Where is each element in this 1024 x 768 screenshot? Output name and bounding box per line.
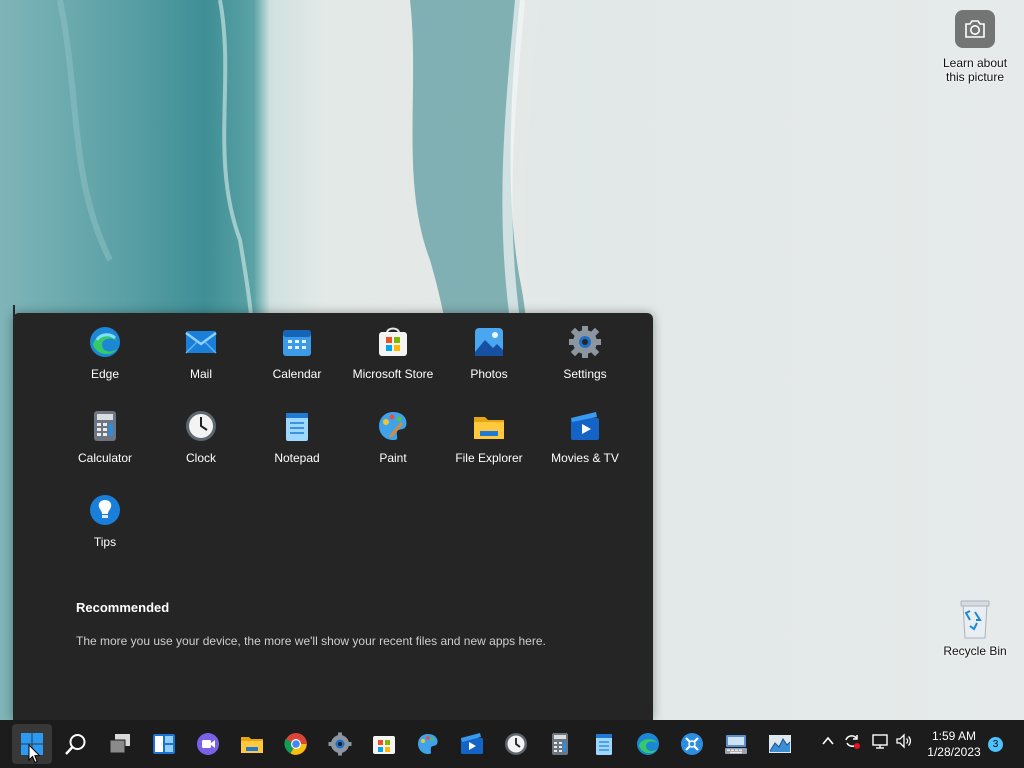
performance-icon	[768, 732, 792, 756]
chat-button[interactable]	[188, 724, 228, 764]
pinned-app-notepad[interactable]: Notepad	[249, 407, 345, 491]
keyboard-icon	[724, 732, 748, 756]
pinned-app-photos[interactable]: Photos	[441, 323, 537, 407]
tips-icon	[88, 493, 122, 527]
pinned-app-label: Paint	[379, 451, 407, 465]
pinned-app-label: Clock	[185, 451, 216, 465]
notification-badge[interactable]: 3	[988, 737, 1003, 752]
pinned-app-label: File Explorer	[455, 451, 523, 465]
notepad-icon	[592, 732, 616, 756]
task-view-button[interactable]	[100, 724, 140, 764]
pinned-app-label: Notepad	[274, 451, 320, 465]
pinned-app-edge[interactable]: Edge	[57, 323, 153, 407]
pinned-app-label: Settings	[563, 367, 607, 381]
clock-date: 1/28/2023	[927, 745, 981, 759]
taskbar-notepad[interactable]	[584, 724, 624, 764]
pinned-app-label: Movies & TV	[551, 451, 619, 465]
edge-icon	[88, 325, 122, 359]
pinned-app-settings[interactable]: Settings	[537, 323, 633, 407]
volume-icon	[895, 732, 913, 755]
mouse-cursor-icon	[28, 744, 40, 764]
taskbar-performance-monitor[interactable]	[760, 724, 800, 764]
chrome-icon	[284, 732, 308, 756]
tray-volume[interactable]	[893, 732, 915, 754]
pinned-app-calculator[interactable]: Calculator	[57, 407, 153, 491]
pinned-app-mail[interactable]: Mail	[153, 323, 249, 407]
pinned-app-label: Edge	[90, 367, 120, 381]
network-icon	[871, 732, 889, 755]
show-hidden-icons-button[interactable]	[817, 732, 839, 754]
settings-icon	[568, 325, 602, 359]
calculator-icon	[88, 409, 122, 443]
clock-icon	[504, 732, 528, 756]
chat-icon	[196, 732, 220, 756]
search-icon	[64, 732, 88, 756]
pinned-app-file-explorer[interactable]: File Explorer	[441, 407, 537, 491]
taskbar-clock[interactable]	[496, 724, 536, 764]
taskbar-keyboard-app[interactable]	[716, 724, 756, 764]
search-button[interactable]	[56, 724, 96, 764]
pinned-app-label: Mail	[189, 367, 212, 381]
recycle-bin[interactable]: Recycle Bin	[940, 598, 1010, 658]
tray-sync[interactable]	[841, 732, 863, 754]
paint-icon	[416, 732, 440, 756]
store-icon	[372, 732, 396, 756]
photos-icon	[472, 325, 506, 359]
pinned-app-paint[interactable]: Paint	[345, 407, 441, 491]
pinned-app-store[interactable]: Microsoft Store	[345, 323, 441, 407]
pinned-app-movies-tv[interactable]: Movies & TV	[537, 407, 633, 491]
sync-icon	[843, 732, 861, 755]
pinned-app-label: Calendar	[272, 367, 322, 381]
recommended-empty-text: The more you use your device, the more w…	[76, 634, 546, 648]
recycle-bin-label: Recycle Bin	[943, 644, 1007, 658]
movies-icon	[460, 732, 484, 756]
pinned-app-label: Microsoft Store	[352, 367, 434, 381]
taskbar-edge[interactable]	[628, 724, 668, 764]
pinned-app-label: Tips	[93, 535, 117, 549]
taskbar-clock-display[interactable]: 1:59 AM 1/28/2023	[916, 728, 992, 760]
folder-icon	[240, 732, 264, 756]
movies-icon	[568, 409, 602, 443]
taskbar-snipping-tool[interactable]	[672, 724, 712, 764]
chevron-up-icon	[819, 732, 837, 755]
recommended-heading: Recommended	[76, 600, 170, 615]
notepad-icon	[280, 409, 314, 443]
taskbar-calculator[interactable]	[540, 724, 580, 764]
taskbar-paint[interactable]	[408, 724, 448, 764]
widgets-button[interactable]	[144, 724, 184, 764]
edge-icon	[636, 732, 660, 756]
taskbar-file-explorer[interactable]	[232, 724, 272, 764]
pinned-app-tips[interactable]: Tips	[57, 491, 153, 575]
tray-network[interactable]	[869, 732, 891, 754]
pinned-app-clock[interactable]: Clock	[153, 407, 249, 491]
taskbar-movies-tv[interactable]	[452, 724, 492, 764]
pinned-app-label: Photos	[470, 367, 508, 381]
start-menu: Edge Mail Calendar Microsoft Store Photo	[13, 313, 653, 720]
snipping-icon	[680, 732, 704, 756]
mail-icon	[184, 325, 218, 359]
camera-icon	[955, 10, 995, 48]
settings-icon	[328, 732, 352, 756]
paint-icon	[376, 409, 410, 443]
calculator-icon	[548, 732, 572, 756]
pinned-app-calendar[interactable]: Calendar	[249, 323, 345, 407]
pinned-apps: Edge Mail Calendar Microsoft Store Photo	[57, 323, 633, 575]
taskbar-chrome[interactable]	[276, 724, 316, 764]
folder-icon	[472, 409, 506, 443]
clock-time: 1:59 AM	[931, 729, 977, 743]
recycle-bin-icon	[955, 598, 995, 640]
spotlight-label: Learn about this picture	[942, 56, 1008, 84]
store-icon	[376, 325, 410, 359]
learn-about-picture[interactable]: Learn about this picture	[940, 10, 1010, 84]
taskbar: 1:59 AM 1/28/2023 3	[0, 720, 1024, 768]
task-view-icon	[108, 732, 132, 756]
taskbar-settings[interactable]	[320, 724, 360, 764]
calendar-icon	[280, 325, 314, 359]
widgets-icon	[152, 732, 176, 756]
pinned-app-label: Calculator	[77, 451, 133, 465]
clock-icon	[184, 409, 218, 443]
taskbar-store[interactable]	[364, 724, 404, 764]
